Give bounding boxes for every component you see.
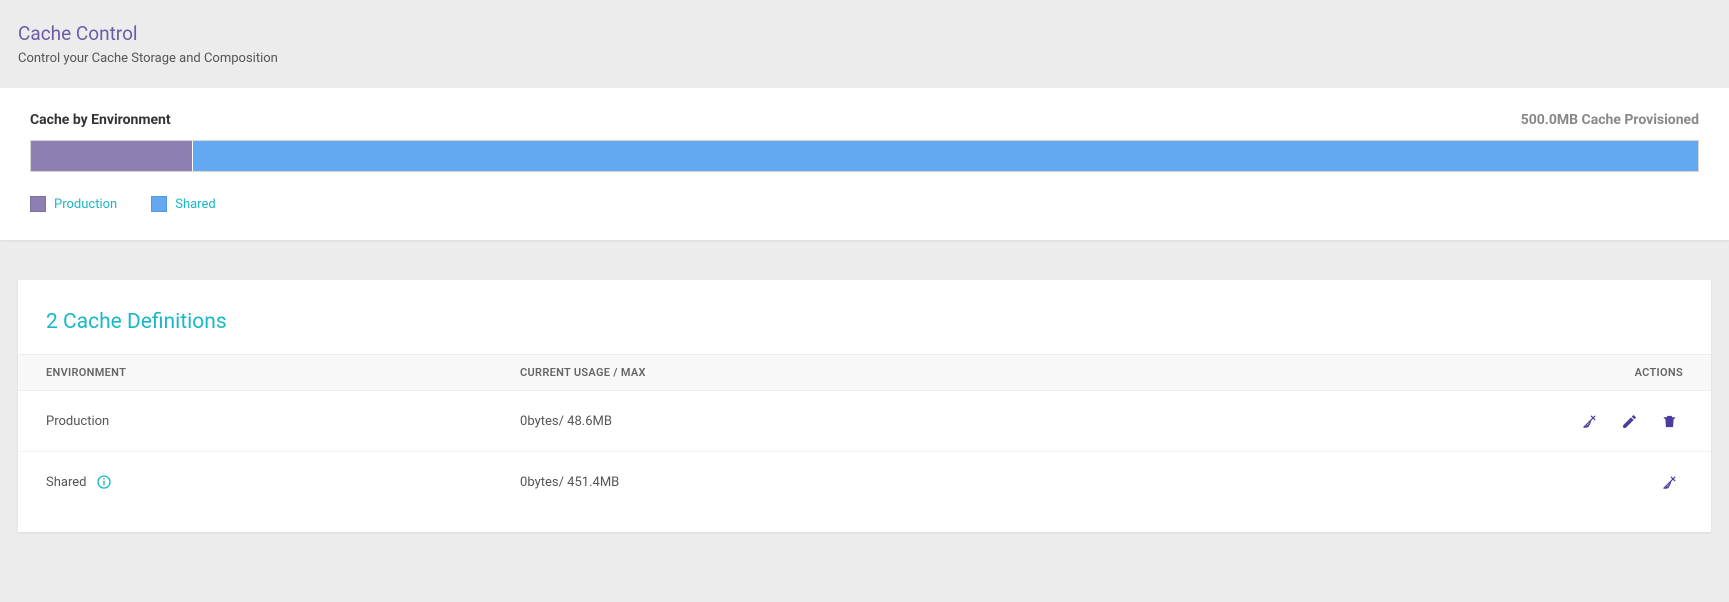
env-name: Shared	[46, 475, 86, 490]
swatch-production	[30, 196, 46, 212]
col-header-environment: ENVIRONMENT	[18, 355, 492, 391]
bar-segment-shared	[193, 141, 1698, 171]
cache-definitions-card: 2 Cache Definitions ENVIRONMENT CURRENT …	[18, 280, 1711, 532]
definitions-title: 2 Cache Definitions	[18, 310, 1711, 354]
cache-provisioned-label: 500.0MB Cache Provisioned	[1521, 112, 1699, 128]
edit-icon	[1621, 413, 1638, 430]
clear-cache-button[interactable]	[1655, 468, 1683, 496]
legend-item-shared[interactable]: Shared	[151, 196, 215, 212]
bar-segment-production	[31, 141, 193, 171]
env-section-title: Cache by Environment	[30, 112, 171, 128]
delete-icon	[1661, 413, 1678, 430]
page-title: Cache Control	[18, 22, 1711, 45]
col-header-usage: CURRENT USAGE / MAX	[492, 355, 1406, 391]
clear-icon	[1581, 413, 1598, 430]
delete-button[interactable]	[1655, 407, 1683, 435]
usage-cell: 0bytes/ 48.6MB	[492, 391, 1406, 452]
swatch-shared	[151, 196, 167, 212]
cache-env-card: Cache by Environment 500.0MB Cache Provi…	[0, 88, 1729, 240]
col-header-actions: ACTIONS	[1406, 355, 1711, 391]
table-row: Production 0bytes/ 48.6MB	[18, 391, 1711, 452]
clear-icon	[1661, 474, 1678, 491]
table-row: Shared 0bytes/ 451.4MB	[18, 452, 1711, 513]
legend-label-shared: Shared	[175, 197, 215, 212]
usage-cell: 0bytes/ 451.4MB	[492, 452, 1406, 513]
definitions-table: ENVIRONMENT CURRENT USAGE / MAX ACTIONS …	[18, 354, 1711, 512]
info-icon[interactable]	[96, 474, 112, 490]
edit-button[interactable]	[1615, 407, 1643, 435]
legend-label-production: Production	[54, 197, 117, 212]
env-name: Production	[46, 414, 109, 429]
cache-usage-bar	[30, 140, 1699, 172]
page-subtitle: Control your Cache Storage and Compositi…	[18, 51, 1711, 66]
legend-item-production[interactable]: Production	[30, 196, 117, 212]
clear-cache-button[interactable]	[1575, 407, 1603, 435]
